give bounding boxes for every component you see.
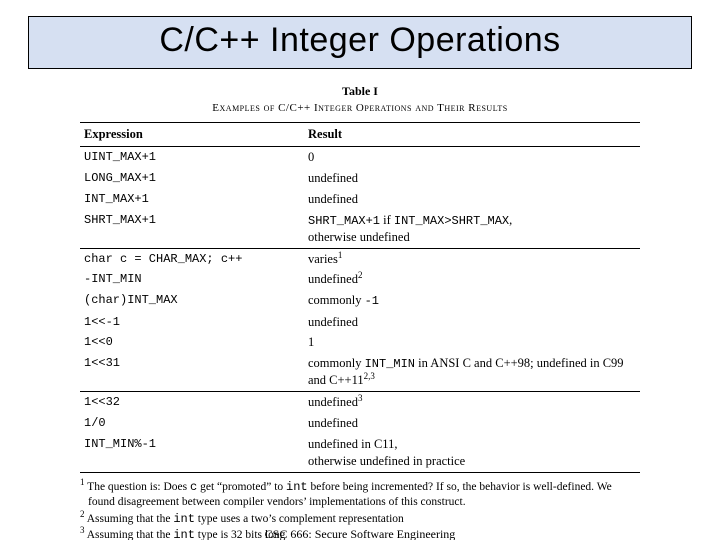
table-row: 1/0 undefined (80, 413, 640, 434)
expr-cell: 1/0 (80, 413, 304, 434)
table-caption: Examples of C/C++ Integer Operations and… (80, 101, 640, 116)
expr-cell: SHRT_MAX+1 (80, 210, 304, 249)
result-cell: undefined (304, 168, 640, 189)
slide: C/C++ Integer Operations Table I Example… (0, 16, 720, 540)
result-cell: undefined3 (304, 392, 640, 413)
table-row: 1<<31 commonly INT_MIN in ANSI C and C++… (80, 353, 640, 392)
table-header-row: Expression Result (80, 123, 640, 147)
result-cell: undefined (304, 413, 640, 434)
table-row: 1<<32 undefined3 (80, 392, 640, 413)
expr-cell: char c = CHAR_MAX; c++ (80, 248, 304, 269)
table-row: UINT_MAX+1 0 (80, 146, 640, 167)
expr-cell: -INT_MIN (80, 269, 304, 290)
result-cell: SHRT_MAX+1 if INT_MAX>SHRT_MAX,otherwise… (304, 210, 640, 249)
footnote-2: 2 Assuming that the int type uses a two’… (80, 511, 640, 528)
result-cell: commonly INT_MIN in ANSI C and C++98; un… (304, 353, 640, 392)
expr-cell: INT_MAX+1 (80, 189, 304, 210)
result-cell: 1 (304, 332, 640, 353)
table-row: INT_MIN%-1 undefined in C11,otherwise un… (80, 434, 640, 472)
result-cell: varies1 (304, 248, 640, 269)
table-row: 1<<-1 undefined (80, 312, 640, 333)
table-row: INT_MAX+1 undefined (80, 189, 640, 210)
expr-cell: UINT_MAX+1 (80, 146, 304, 167)
expr-cell: (char)INT_MAX (80, 290, 304, 311)
operations-table: Expression Result UINT_MAX+1 0 LONG_MAX+… (80, 122, 640, 473)
col-header-result: Result (304, 123, 640, 147)
table-row: char c = CHAR_MAX; c++ varies1 (80, 248, 640, 269)
table-body: UINT_MAX+1 0 LONG_MAX+1 undefined INT_MA… (80, 146, 640, 472)
expr-cell: 1<<32 (80, 392, 304, 413)
result-cell: 0 (304, 146, 640, 167)
table-row: 1<<0 1 (80, 332, 640, 353)
table-row: SHRT_MAX+1 SHRT_MAX+1 if INT_MAX>SHRT_MA… (80, 210, 640, 249)
result-cell: undefined2 (304, 269, 640, 290)
result-cell: undefined in C11,otherwise undefined in … (304, 434, 640, 472)
expr-cell: INT_MIN%-1 (80, 434, 304, 472)
footnote-1: 1 The question is: Does c get “promoted”… (80, 479, 640, 511)
slide-footer: CSC 666: Secure Software Engineering (0, 527, 720, 540)
expr-cell: 1<<-1 (80, 312, 304, 333)
title-bar: C/C++ Integer Operations (28, 16, 692, 69)
table-row: (char)INT_MAX commonly -1 (80, 290, 640, 311)
result-cell: undefined (304, 312, 640, 333)
expr-cell: LONG_MAX+1 (80, 168, 304, 189)
table-row: LONG_MAX+1 undefined (80, 168, 640, 189)
result-cell: undefined (304, 189, 640, 210)
content-area: Table I Examples of C/C++ Integer Operat… (80, 83, 640, 540)
col-header-expression: Expression (80, 123, 304, 147)
slide-title: C/C++ Integer Operations (29, 21, 691, 60)
expr-cell: 1<<31 (80, 353, 304, 392)
table-label: Table I (80, 83, 640, 99)
expr-cell: 1<<0 (80, 332, 304, 353)
result-cell: commonly -1 (304, 290, 640, 311)
table-row: -INT_MIN undefined2 (80, 269, 640, 290)
